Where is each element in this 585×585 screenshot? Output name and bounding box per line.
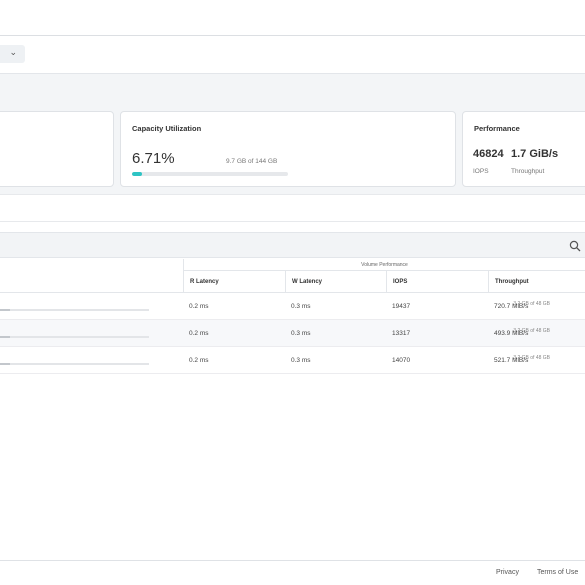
search-icon[interactable]: [569, 240, 581, 252]
column-header-r-latency[interactable]: R Latency: [183, 271, 285, 293]
column-header-w-latency[interactable]: W Latency: [285, 271, 386, 293]
column-header-iops[interactable]: IOPS: [386, 271, 488, 293]
r-latency-cell: 0.2 ms: [189, 303, 209, 310]
iops-cell: 14070: [392, 357, 411, 364]
column-header-throughput[interactable]: Throughput: [488, 271, 585, 293]
throughput-cell: 493.9 MiB/s: [494, 330, 529, 337]
r-latency-cell: 0.2 ms: [189, 330, 209, 337]
row-capacity-fill: [0, 336, 10, 338]
volume-performance-group-header: Volume Performance: [183, 259, 585, 271]
row-capacity-bar: [0, 309, 149, 311]
table-toolbar: [0, 232, 585, 258]
column-header-row: R Latency W Latency IOPS Throughput: [0, 271, 585, 293]
capacity-percent: 6.71%: [132, 150, 175, 167]
throughput-value: 1.7 GiB/s: [511, 148, 559, 160]
iops-label: IOPS: [473, 168, 489, 175]
capacity-card-title: Capacity Utilization: [132, 124, 202, 133]
chevron-down-icon: ⌄: [9, 47, 17, 57]
table-row[interactable]: 3.2 GB of 48 GB 0.2 ms 0.3 ms 13317 493.…: [0, 320, 585, 347]
row-capacity-fill: [0, 309, 10, 311]
top-navigation-bar: [0, 0, 585, 36]
iops-cell: 19437: [392, 303, 411, 310]
iops-value: 46824: [473, 148, 504, 160]
capacity-progress-bar: [132, 172, 288, 176]
volumes-table: Volume Performance R Latency W Latency I…: [0, 222, 585, 560]
page-footer: Privacy Terms of Use: [0, 560, 585, 585]
throughput-cell: 521.7 MiB/s: [494, 357, 529, 364]
table-row[interactable]: 3.2 GB of 48 GB 0.2 ms 0.3 ms 14070 521.…: [0, 347, 585, 374]
throughput-cell: 720.7 MiB/s: [494, 303, 529, 310]
iops-cell: 13317: [392, 330, 411, 337]
w-latency-cell: 0.3 ms: [291, 330, 311, 337]
summary-card-partial: [0, 111, 114, 187]
privacy-link[interactable]: Privacy: [496, 569, 519, 576]
table-row[interactable]: 3.2 GB of 48 GB 0.2 ms 0.3 ms 19437 720.…: [0, 293, 585, 320]
filter-bar: ⌄: [0, 36, 585, 74]
performance-card-title: Performance: [474, 124, 520, 133]
capacity-utilization-card: Capacity Utilization 6.71% 9.7 GB of 144…: [120, 111, 456, 187]
terms-of-use-link[interactable]: Terms of Use: [537, 569, 578, 576]
capacity-progress-fill: [132, 172, 143, 176]
r-latency-cell: 0.2 ms: [189, 357, 209, 364]
performance-card: Performance 46824 1.7 GiB/s IOPS Through…: [462, 111, 585, 187]
capacity-detail: 9.7 GB of 144 GB: [226, 158, 278, 165]
row-capacity-bar: [0, 336, 149, 338]
w-latency-cell: 0.3 ms: [291, 357, 311, 364]
row-capacity-bar: [0, 363, 149, 365]
section-divider-bar: [0, 194, 585, 222]
w-latency-cell: 0.3 ms: [291, 303, 311, 310]
filter-dropdown[interactable]: ⌄: [0, 45, 25, 63]
row-capacity-fill: [0, 363, 10, 365]
throughput-label: Throughput: [511, 168, 545, 175]
